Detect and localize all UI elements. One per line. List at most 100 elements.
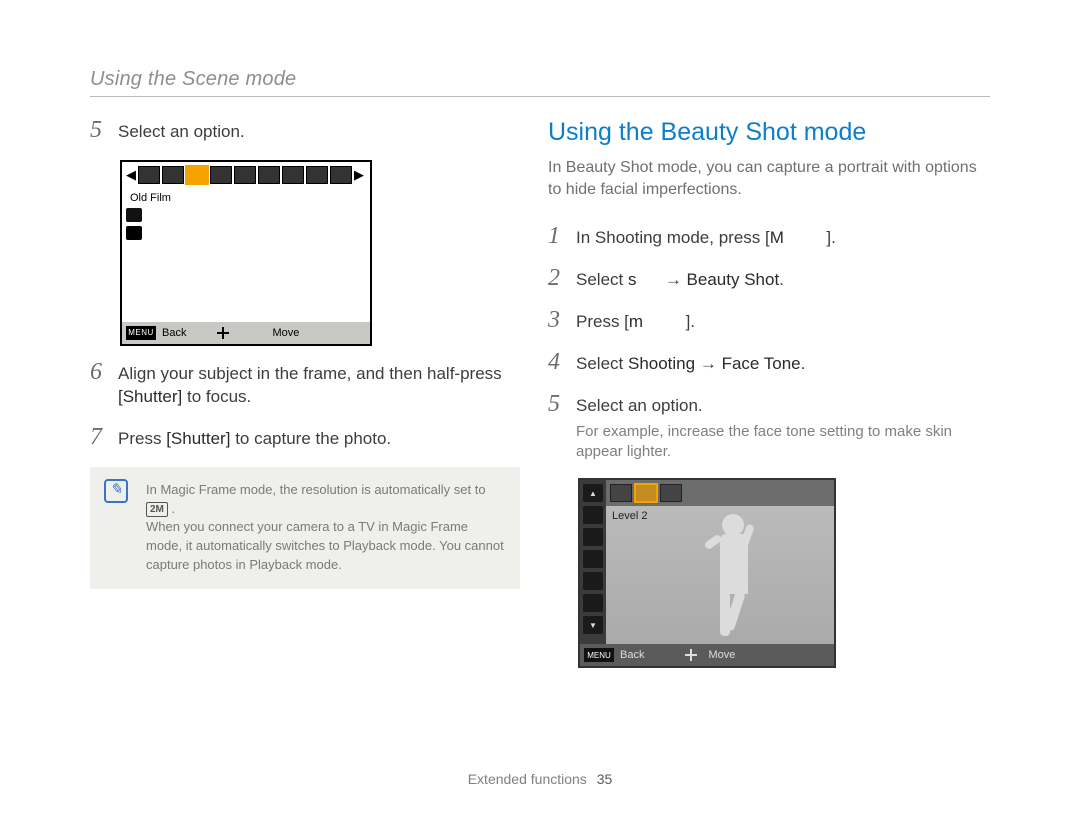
lcd-footer: MENU Back Move [580, 644, 834, 666]
note-icon: ✎ [104, 479, 128, 503]
key-shutter: [Shutter] [118, 387, 182, 406]
film-thumb [330, 166, 352, 184]
right-column: Using the Beauty Shot mode In Beauty Sho… [548, 118, 993, 668]
section-intro: In Beauty Shot mode, you can capture a p… [548, 157, 993, 200]
menu-face-tone: Face Tone [722, 354, 801, 373]
step-number: 2 [548, 266, 576, 290]
step-number: 5 [548, 392, 576, 416]
lcd-back-label: Back [620, 649, 644, 661]
text: Select [576, 354, 628, 373]
step-text: Press [m ]. [576, 308, 695, 334]
lcd-move-label: Move [272, 327, 299, 339]
text: ]. [643, 312, 695, 331]
film-thumb [138, 166, 160, 184]
text: → [695, 354, 721, 373]
text: Select an option. [576, 396, 703, 415]
note-box: ✎ In Magic Frame mode, the resolution is… [90, 467, 520, 589]
step-number: 5 [90, 118, 118, 142]
step-5r: 5 Select an option. For example, increas… [548, 392, 993, 462]
note-line-1a: In Magic Frame mode, the resolution is a… [146, 482, 486, 497]
note-line-2: When you connect your camera to a TV in … [146, 519, 504, 572]
film-thumb [162, 166, 184, 184]
film-thumb [234, 166, 256, 184]
lcd-back-label: Back [162, 327, 186, 339]
tone-thumb [610, 484, 632, 502]
step-text: In Shooting mode, press [M ]. [576, 224, 836, 250]
lcd-top-row [606, 480, 834, 506]
lcd-thumb-row: ◀ ▶ [122, 162, 370, 188]
film-thumb [282, 166, 304, 184]
step-text: Select an option. For example, increase … [576, 392, 993, 462]
film-thumb [306, 166, 328, 184]
step-number: 4 [548, 350, 576, 374]
note-line-1b: . [172, 501, 176, 516]
film-thumb [258, 166, 280, 184]
lcd-option-label: Level 2 [612, 510, 647, 522]
step-text: Align your subject in the frame, and the… [118, 360, 502, 409]
text: → [636, 270, 686, 289]
step-text: Select s → Beauty Shot. [576, 266, 784, 292]
key-shutter: [Shutter] [166, 429, 230, 448]
lcd-old-film: ◀ ▶ Old Film MENU Back Mov [120, 160, 372, 346]
nav-down-icon: ▼ [583, 616, 603, 634]
step-7: 7 Press [Shutter] to capture the photo. [90, 425, 520, 451]
step-text: Select an option. [118, 118, 245, 144]
tone-thumb [660, 484, 682, 502]
lcd-side-bar: ▲ ▼ [580, 480, 606, 644]
left-column: 5 Select an option. ◀ ▶ Old Film [90, 118, 520, 589]
film-thumb-selected [186, 166, 208, 184]
text: . [801, 354, 806, 373]
face-retouch-icon [583, 528, 603, 546]
chevron-right-icon: ▶ [354, 167, 364, 183]
step-5: 5 Select an option. [90, 118, 520, 144]
step-text: Press [Shutter] to capture the photo. [118, 425, 391, 451]
face-tone-icon [583, 506, 603, 524]
nav-up-icon: ▲ [583, 484, 603, 502]
text: ]. [784, 228, 836, 247]
key-mode: M [770, 228, 784, 247]
lcd-side-icons [126, 208, 142, 240]
page-number: 35 [597, 771, 613, 787]
tone-thumb-selected [635, 484, 657, 502]
text: In Shooting mode, press [ [576, 228, 770, 247]
lcd-move-label: Move [708, 649, 735, 661]
step-number: 6 [90, 360, 118, 384]
lcd-option-label: Old Film [122, 188, 370, 208]
page-footer: Extended functions 35 [0, 771, 1080, 787]
section-heading: Using the Beauty Shot mode [548, 118, 993, 147]
lcd-footer: MENU Back Move [122, 322, 370, 344]
menu-label-icon: MENU [584, 648, 614, 662]
footer-section: Extended functions [468, 771, 587, 787]
size-icon [583, 572, 603, 590]
step-6: 6 Align your subject in the frame, and t… [90, 360, 520, 409]
text: to capture the photo. [235, 429, 391, 448]
text: Align your subject in the frame, and the… [118, 364, 502, 383]
off-icon [126, 226, 142, 240]
step-number: 3 [548, 308, 576, 332]
chevron-left-icon: ◀ [126, 167, 136, 183]
person-silhouette [700, 514, 770, 644]
step-number: 1 [548, 224, 576, 248]
step-4: 4 Select Shooting → Face Tone. [548, 350, 993, 376]
text: Select [576, 270, 628, 289]
text: Press [118, 429, 166, 448]
page: Using the Scene mode 5 Select an option.… [0, 0, 1080, 815]
lcd-beauty-shot: ▲ ▼ Level 2 [578, 478, 836, 668]
resolution-badge: 2M [146, 502, 168, 517]
step-subtext: For example, increase the face tone sett… [576, 422, 993, 463]
step-2: 2 Select s → Beauty Shot. [548, 266, 993, 292]
text: . [779, 270, 784, 289]
header-rule [90, 96, 990, 97]
menu-label-icon: MENU [126, 326, 156, 340]
dpad-icon [216, 326, 230, 340]
film-thumb [210, 166, 232, 184]
text: to focus. [187, 387, 251, 406]
text: Press [ [576, 312, 629, 331]
menu-beauty-shot: Beauty Shot [687, 270, 780, 289]
step-text: Select Shooting → Face Tone. [576, 350, 805, 376]
quality-icon [583, 594, 603, 612]
key-menu: m [629, 312, 643, 331]
step-3: 3 Press [m ]. [548, 308, 993, 334]
step-1: 1 In Shooting mode, press [M ]. [548, 224, 993, 250]
step-number: 7 [90, 425, 118, 449]
